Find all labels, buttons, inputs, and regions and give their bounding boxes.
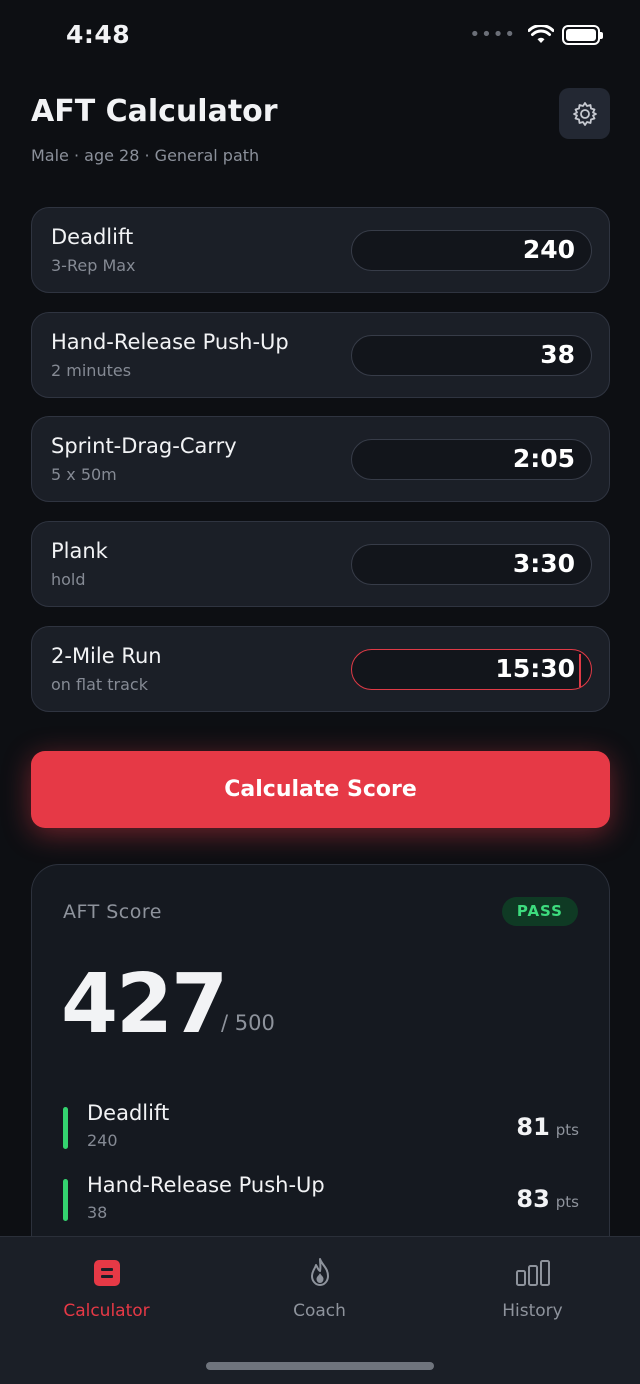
tab-history[interactable]: History — [426, 1255, 639, 1321]
score-card: AFT Score PASS 427 / 500 Deadlift 240 81… — [31, 864, 610, 1284]
breakdown-row: Hand-Release Push-Up 38 83 pts — [63, 1173, 579, 1233]
breakdown-points: 83 pts — [516, 1185, 579, 1213]
event-name: 2-Mile Run — [51, 644, 162, 668]
page-header: AFT Calculator — [31, 94, 278, 129]
status-time: 4:48 — [66, 20, 131, 49]
event-name: Hand-Release Push-Up — [51, 330, 289, 354]
home-indicator — [206, 1362, 434, 1370]
calculator-icon — [93, 1260, 120, 1286]
event-card-two-mile-run: 2-Mile Run on flat track 15:30 — [31, 626, 610, 712]
tab-label: Coach — [293, 1301, 346, 1321]
page-title: AFT Calculator — [31, 94, 278, 129]
tab-coach[interactable]: Coach — [213, 1255, 426, 1321]
score-value: 427 — [61, 957, 228, 1052]
event-subtitle: hold — [51, 570, 86, 589]
score-max: / 500 — [221, 1011, 275, 1035]
points-value: 83 — [516, 1185, 550, 1213]
status-indicators: •••• — [469, 24, 603, 45]
event-subtitle: on flat track — [51, 675, 148, 694]
breakdown-row: Deadlift 240 81 pts — [63, 1101, 579, 1161]
battery-icon — [562, 24, 603, 45]
pass-indicator-bar — [63, 1107, 68, 1149]
bar-chart-icon — [515, 1260, 550, 1286]
event-subtitle: 2 minutes — [51, 361, 132, 380]
event-card-plank: Plank hold 3:30 — [31, 521, 610, 607]
pass-indicator-bar — [63, 1179, 68, 1221]
breakdown-event-name: Hand-Release Push-Up — [87, 1173, 325, 1197]
event-name: Plank — [51, 539, 108, 563]
gear-icon — [572, 101, 597, 126]
score-label: AFT Score — [63, 901, 162, 923]
event-name: Deadlift — [51, 225, 134, 249]
status-badge: PASS — [501, 897, 578, 926]
flame-icon — [310, 1258, 329, 1286]
breakdown-event-value: 38 — [87, 1203, 108, 1222]
breakdown-points: 81 pts — [516, 1113, 579, 1141]
event-name: Sprint-Drag-Carry — [51, 434, 237, 458]
text-caret — [579, 654, 581, 687]
deadlift-input[interactable]: 240 — [351, 230, 592, 271]
tab-label: History — [502, 1301, 563, 1321]
event-subtitle: 3-Rep Max — [51, 256, 136, 275]
push-up-input[interactable]: 38 — [351, 335, 592, 376]
wifi-icon — [528, 24, 554, 43]
signal-dots-icon: •••• — [469, 24, 516, 45]
points-unit: pts — [555, 1121, 579, 1139]
page-subtitle: Male · age 28 · General path — [31, 146, 260, 165]
breakdown-event-name: Deadlift — [87, 1101, 170, 1125]
tab-calculator[interactable]: Calculator — [0, 1255, 213, 1321]
tab-label: Calculator — [63, 1301, 150, 1321]
status-bar: 4:48 •••• — [0, 0, 640, 72]
points-value: 81 — [516, 1113, 550, 1141]
settings-button[interactable] — [559, 88, 610, 139]
event-subtitle: 5 x 50m — [51, 465, 117, 484]
breakdown-event-value: 240 — [87, 1131, 118, 1150]
calculate-score-button[interactable]: Calculate Score — [31, 751, 610, 828]
event-card-push-up: Hand-Release Push-Up 2 minutes 38 — [31, 312, 610, 398]
event-card-deadlift: Deadlift 3-Rep Max 240 — [31, 207, 610, 293]
event-card-sprint-drag-carry: Sprint-Drag-Carry 5 x 50m 2:05 — [31, 416, 610, 502]
input-value: 15:30 — [495, 654, 575, 683]
points-unit: pts — [555, 1193, 579, 1211]
two-mile-run-input[interactable]: 15:30 — [351, 649, 592, 690]
plank-input[interactable]: 3:30 — [351, 544, 592, 585]
sprint-drag-carry-input[interactable]: 2:05 — [351, 439, 592, 480]
